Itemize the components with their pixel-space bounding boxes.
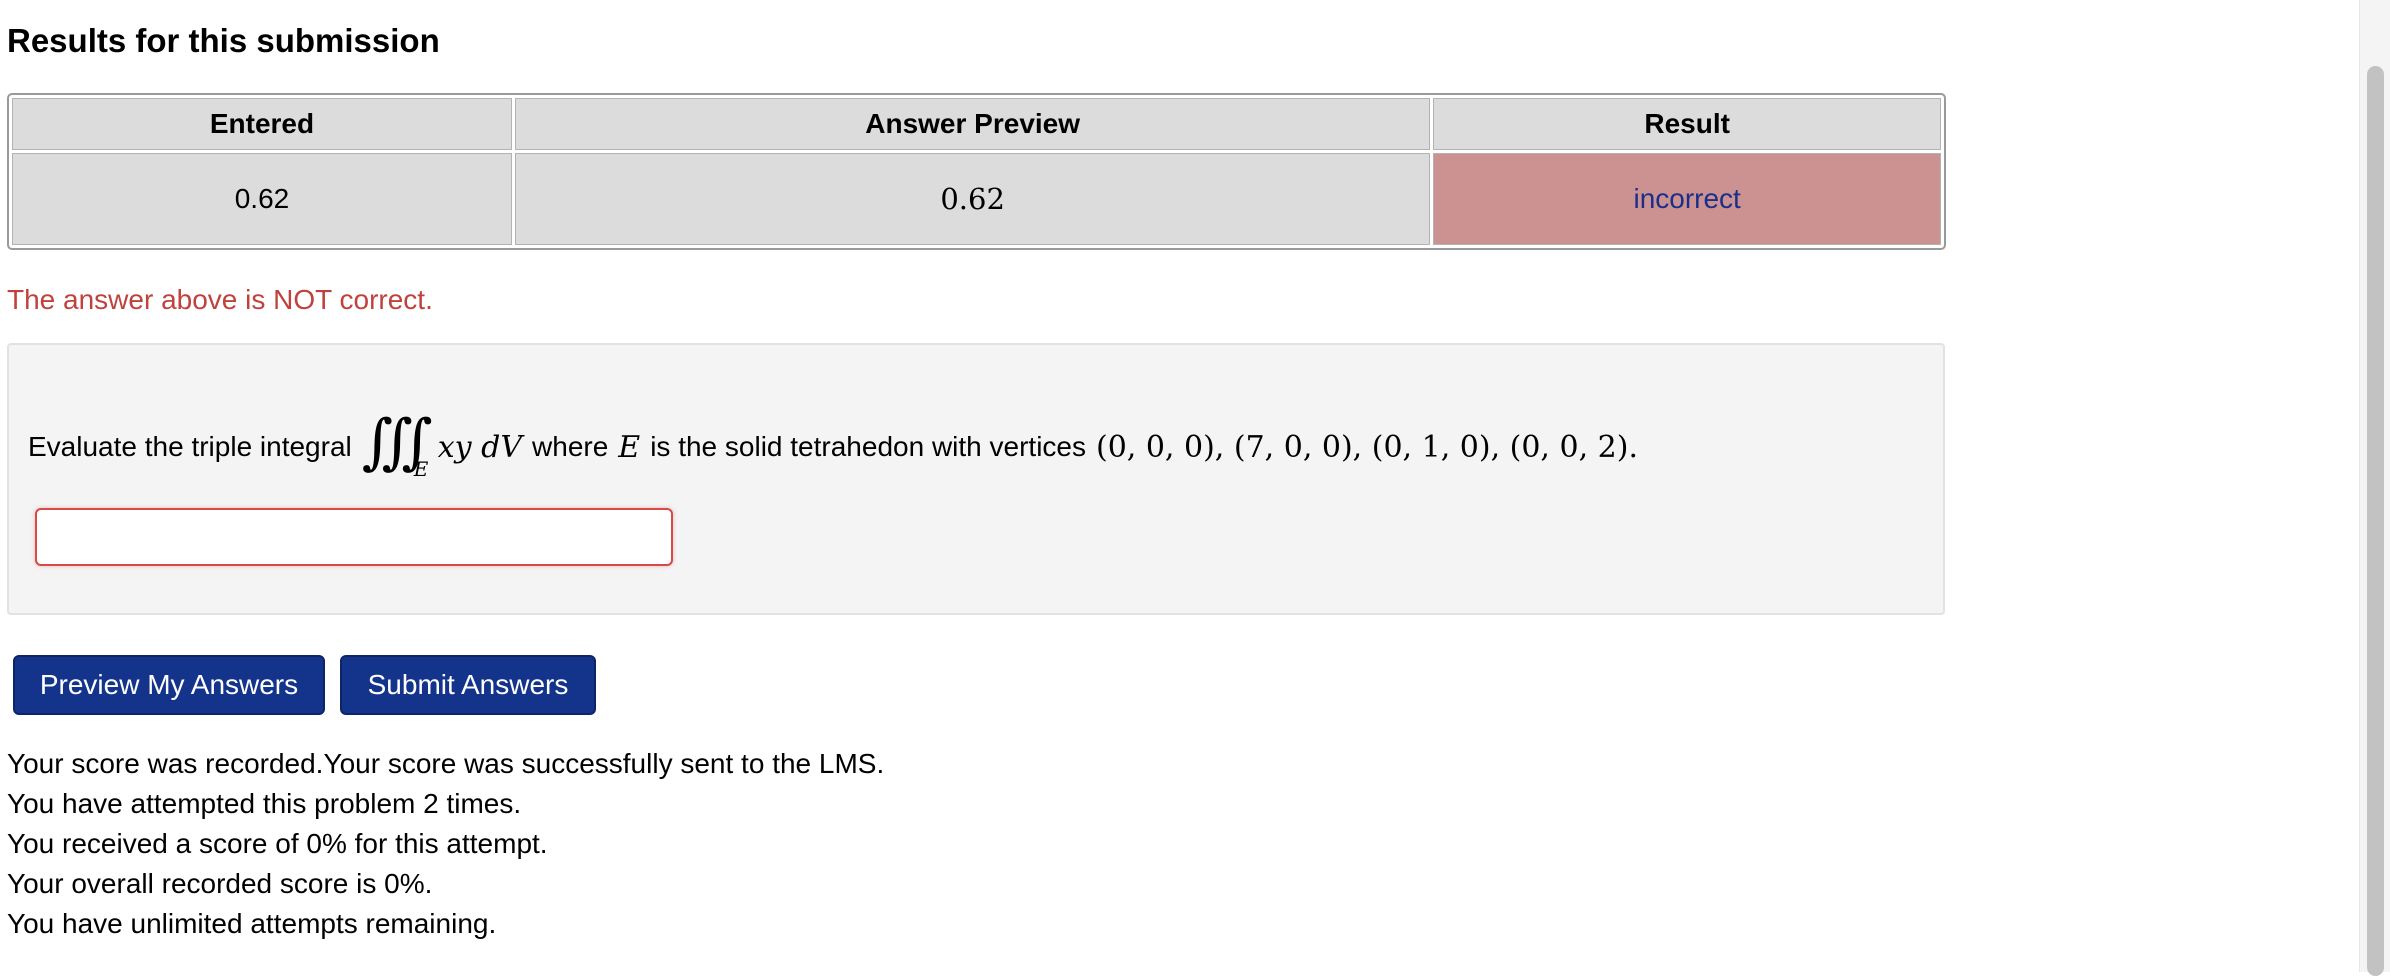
score-line: Your score was recorded.Your score was s…	[7, 748, 885, 779]
integral-sign: ∭	[361, 407, 433, 477]
scrollbar-thumb[interactable]	[2367, 66, 2384, 976]
where-text: where	[532, 431, 609, 462]
results-title: Results for this submission	[7, 22, 440, 59]
header-result: Result	[1433, 98, 1941, 150]
problem-box: Evaluate the triple integral ∭ E xy dV w…	[7, 343, 1945, 615]
header-entered: Entered	[12, 98, 512, 150]
integral-region: E	[413, 457, 429, 481]
answer-preview-value: 0.62	[514, 153, 1431, 245]
score-line: You have attempted this problem 2 times.	[7, 788, 522, 819]
problem-prefix: Evaluate the triple integral	[28, 431, 352, 462]
header-answer-preview: Answer Preview	[514, 98, 1431, 150]
submit-answers-button[interactable]: Submit Answers	[340, 655, 596, 715]
attempt-results-table: Entered Answer Preview Result 0.62 0.62 …	[7, 93, 1946, 250]
table-row: 0.62 0.62 incorrect	[12, 153, 1941, 245]
vertices: (0, 0, 0), (7, 0, 0), (0, 1, 0), (0, 0, …	[1095, 429, 1638, 465]
region-variable: E	[618, 429, 641, 465]
problem-suffix: is the solid tetrahedon with vertices	[650, 431, 1086, 462]
result-status: incorrect	[1433, 153, 1941, 245]
score-line: You have unlimited attempts remaining.	[7, 908, 497, 939]
score-line: You received a score of 0% for this atte…	[7, 828, 548, 859]
answer-input[interactable]	[35, 508, 673, 566]
entered-value: 0.62	[12, 153, 512, 245]
preview-answers-button[interactable]: Preview My Answers	[13, 655, 325, 715]
problem-statement: Evaluate the triple integral ∭ E xy dV w…	[28, 407, 1638, 481]
integrand: xy dV	[437, 429, 523, 465]
correctness-message: The answer above is NOT correct.	[7, 284, 433, 315]
score-summary: Your score was recorded.Your score was s…	[7, 744, 884, 944]
triple-integral: ∭ E	[362, 407, 434, 481]
scrollbar-track[interactable]	[2359, 0, 2390, 976]
score-line: Your overall recorded score is 0%.	[7, 868, 433, 899]
